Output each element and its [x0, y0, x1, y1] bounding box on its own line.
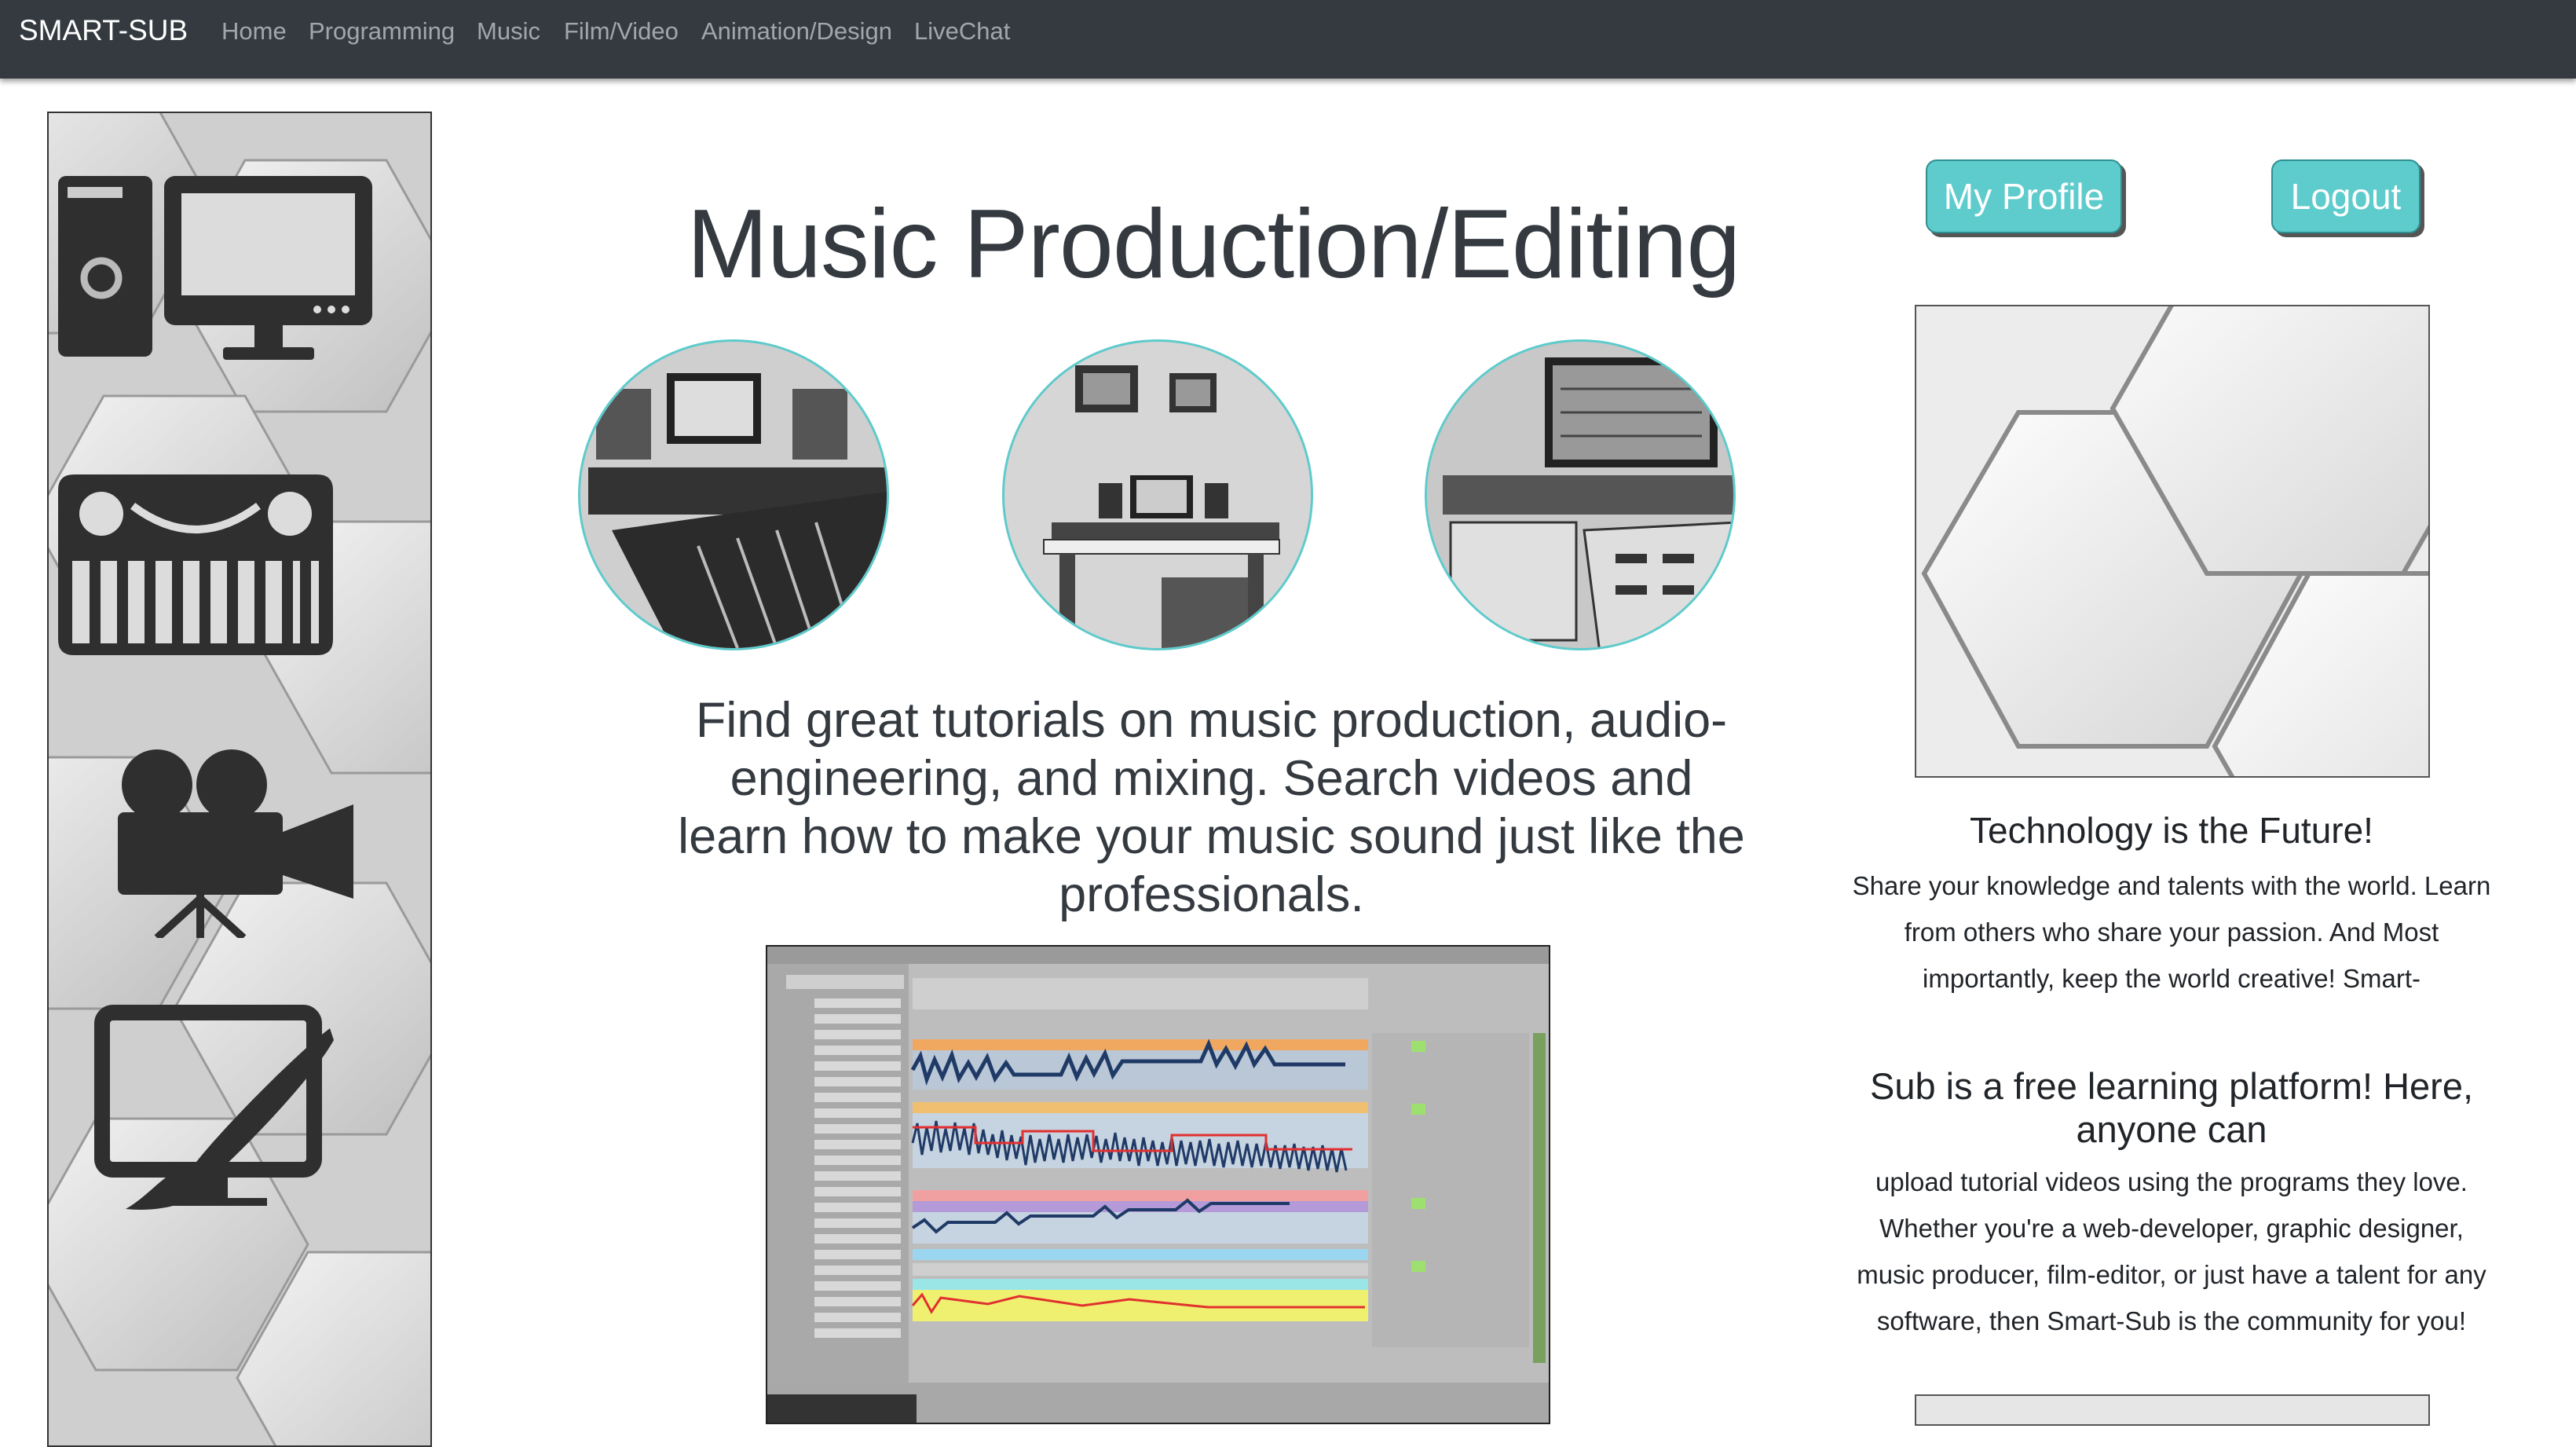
- nav-link-animation-design[interactable]: Animation/Design: [701, 17, 892, 46]
- promo-heading-2: Sub is a free learning platform! Here, a…: [1869, 1065, 2474, 1150]
- category-sidebar: [47, 112, 432, 1447]
- hexagon-image: [1915, 305, 2430, 778]
- keyboard-synth-icon[interactable]: [58, 474, 333, 655]
- studio-photo-3[interactable]: [1425, 339, 1736, 650]
- nav-link-home[interactable]: Home: [221, 17, 287, 46]
- promo-paragraph-1: Share your knowledge and talents with th…: [1852, 871, 2491, 993]
- page-title: Music Production/Editing: [686, 190, 1741, 299]
- my-profile-button[interactable]: My Profile: [1926, 159, 2122, 233]
- film-camera-icon[interactable]: [102, 742, 369, 938]
- logout-button[interactable]: Logout: [2271, 159, 2420, 233]
- nav-link-livechat[interactable]: LiveChat: [914, 17, 1010, 46]
- promo-paragraph-2: upload tutorial videos using the program…: [1857, 1167, 2486, 1335]
- nav-link-film-video[interactable]: Film/Video: [564, 17, 679, 46]
- studio-photo-1[interactable]: [578, 339, 889, 650]
- nav-link-music[interactable]: Music: [477, 17, 540, 46]
- daw-screenshot: [766, 945, 1550, 1424]
- hexagon-image-2: [1915, 1394, 2430, 1426]
- top-navbar: SMART-SUB Home Programming Music Film/Vi…: [0, 0, 2576, 79]
- computer-icon[interactable]: [58, 176, 372, 380]
- design-monitor-brush-icon[interactable]: [94, 1005, 338, 1225]
- nav-link-programming[interactable]: Programming: [309, 17, 455, 46]
- studio-photo-2[interactable]: [1002, 339, 1313, 650]
- tagline-heading: Technology is the Future!: [1970, 810, 2373, 851]
- intro-text: Find great tutorials on music production…: [678, 693, 1745, 922]
- brand-logo[interactable]: SMART-SUB: [19, 14, 188, 47]
